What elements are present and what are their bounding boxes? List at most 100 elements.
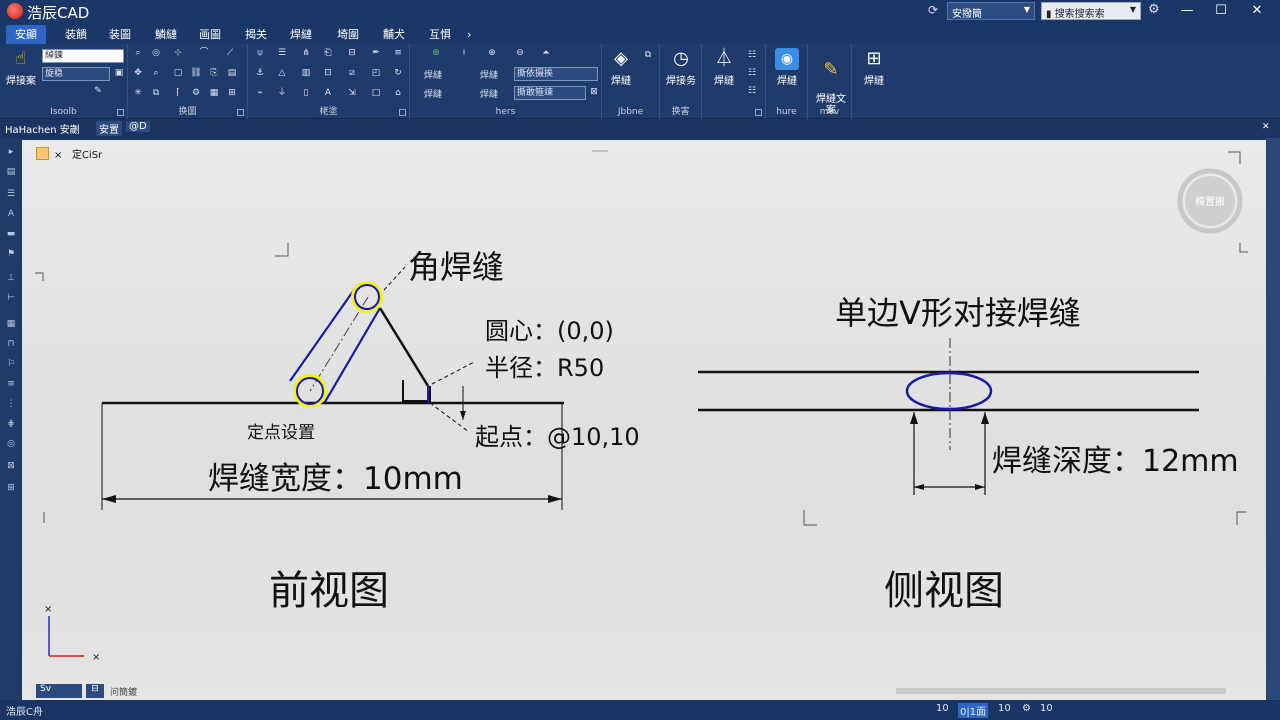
pattern-icon[interactable]: ▦ (208, 88, 220, 99)
rotate-icon[interactable]: ↻ (392, 68, 404, 79)
list-tool-icon[interactable]: ≡ (5, 378, 17, 390)
close-button[interactable]: ✕ (1240, 0, 1274, 22)
menu-item-8[interactable]: 黼犬 (374, 25, 414, 44)
list-icon[interactable]: ☷ (746, 50, 758, 61)
menu-item-3[interactable]: 鱗縺 (146, 25, 186, 44)
weld-combo-2[interactable]: 撕敢箍竦 (514, 86, 586, 100)
group-launcher-2[interactable] (237, 109, 244, 116)
horizontal-scrollbar[interactable] (896, 688, 1226, 694)
mark-icon[interactable]: ⊓ (5, 338, 17, 350)
arc-icon[interactable]: ⌒ (198, 48, 210, 59)
chain-icon[interactable]: ⧉ (150, 88, 162, 99)
triangle-outline-icon[interactable]: ⏶ (540, 48, 552, 59)
weld-app-button[interactable]: ◉ 焊縺 (770, 48, 804, 87)
tab-close-icon[interactable]: × (54, 150, 62, 161)
layer-icon[interactable]: ▤ (5, 166, 17, 178)
menu-item-7[interactable]: 埼圍 (328, 25, 368, 44)
grid-tool-icon[interactable]: ⊞ (5, 482, 17, 494)
search-icon[interactable]: ⌕ (150, 68, 162, 79)
menu-item-0[interactable]: 安顯 (6, 25, 46, 44)
menu-item-9[interactable]: 互惧 (420, 25, 460, 44)
hatch-icon[interactable]: ⋕ (5, 418, 17, 430)
menu-item-6[interactable]: 焊縺 (281, 25, 321, 44)
frame-icon[interactable]: ◰ (370, 68, 382, 79)
collapse-icon[interactable]: ▸ (5, 146, 17, 158)
weld-label-3[interactable]: 焊縺 (424, 87, 442, 100)
menu-item-5[interactable]: 揭关 (236, 25, 276, 44)
minus-icon[interactable]: ⊟ (346, 48, 358, 59)
bolt-icon[interactable]: ⌁ (254, 88, 266, 99)
weld-task-button[interactable]: ◷ 焊接务 (662, 48, 700, 87)
array-icon[interactable]: ⊡ (322, 68, 334, 79)
page-icon[interactable]: ▯ (300, 88, 312, 99)
filter-icon[interactable]: ☰ (276, 48, 288, 59)
text-icon[interactable]: A (322, 88, 334, 99)
doc-tab-3[interactable]: @D (126, 121, 150, 132)
maximize-button[interactable]: ☐ (1204, 0, 1238, 22)
zoom-icon[interactable]: ⌕ (132, 48, 144, 59)
model-tab-icon[interactable]: ⊟ (86, 684, 104, 698)
group-launcher-1[interactable] (117, 109, 124, 116)
stack-icon[interactable]: ⧉ (642, 50, 654, 61)
dots-icon[interactable]: ⋮ (5, 398, 17, 410)
minimize-button[interactable]: — (1170, 0, 1204, 22)
status-item-1[interactable]: 10 (936, 703, 949, 714)
list-icon-3[interactable]: ☷ (746, 86, 758, 97)
weld-triangle-button[interactable]: ⏃ 焊縺 (706, 48, 742, 87)
help-icon[interactable]: ⚙ (1148, 2, 1160, 17)
weld-combo[interactable]: 撕依摄挨 (514, 67, 598, 81)
menu-item-4[interactable]: 画圖 (190, 25, 230, 44)
sync-icon[interactable]: ⟳ (928, 3, 938, 17)
pen-icon[interactable]: ✒ (370, 48, 382, 59)
status-item-4[interactable]: 10 (1040, 703, 1053, 714)
node-icon[interactable]: ⊹ (172, 48, 184, 59)
vertical-scrollbar[interactable] (1266, 138, 1280, 700)
canvas-doc-tab[interactable]: × 定CiSr (36, 146, 102, 161)
brush-icon[interactable]: ✎ (92, 86, 104, 97)
copy-icon[interactable]: ⎗ (322, 48, 334, 59)
menu-more-icon[interactable]: › (458, 25, 480, 44)
block-icon[interactable]: ▬ (5, 228, 17, 240)
grid-icon[interactable]: ⊞ (226, 88, 238, 99)
layer-combo[interactable]: 綽鍊 (42, 49, 124, 63)
props-icon[interactable]: ☰ (5, 188, 17, 200)
properties-icon[interactable]: ▣ (113, 68, 125, 79)
measure-icon[interactable]: ⊥ (5, 272, 17, 284)
layout-selector[interactable]: Sv (36, 684, 82, 698)
globe-icon[interactable]: ⊛ (430, 48, 442, 59)
funnel-icon[interactable]: ⏚ (276, 88, 288, 99)
drawing-svg[interactable]: 角焊缝 圆心：(0,0) 半径：R50 起点：@10,10 定点设置 焊缝宽度：… (22, 140, 1266, 682)
member-end-circle[interactable] (354, 284, 380, 310)
settings-icon[interactable]: ⚙ (1022, 703, 1031, 714)
butt-weld-ellipse[interactable] (905, 371, 993, 411)
bracket-icon[interactable]: ⌈ (172, 88, 184, 99)
status-item-2[interactable]: 0|1面 (958, 703, 989, 718)
weld-cube-button[interactable]: ◈ 焊縺 (606, 48, 636, 87)
lines-icon[interactable]: ≡ (392, 48, 404, 59)
text-tool-icon[interactable]: A (5, 208, 17, 220)
sigma-icon[interactable]: ⍦ (254, 48, 266, 59)
scale-icon[interactable]: ⧄ (346, 68, 358, 79)
weld-label-2[interactable]: 焊縺 (480, 68, 498, 81)
search-input[interactable]: ▮ 搜索搜索索 ▼ (1041, 2, 1141, 20)
flag-icon[interactable]: ⚑ (5, 248, 17, 260)
zoom-in-icon[interactable]: ⊕ (486, 48, 498, 59)
link-icon[interactable]: ⛓ (190, 68, 202, 79)
close-panel-icon[interactable]: ✕ (1262, 122, 1270, 132)
group-launcher-7[interactable] (755, 109, 762, 116)
weld-label-1[interactable]: 焊縺 (424, 68, 442, 81)
weld-doc-button[interactable]: ✎ 焊縺文 案 (812, 48, 850, 116)
doc-tab-1[interactable]: HaHachen 安劌 (5, 121, 80, 136)
weld-case-button[interactable]: ☝ 焊接案 (4, 48, 38, 87)
weld-tool-button[interactable]: ⊞ 焊縺 (856, 48, 892, 87)
menu-item-1[interactable]: 装饋 (56, 25, 96, 44)
weld-label-4[interactable]: 焊縺 (480, 87, 498, 100)
pin-icon[interactable]: ⍿ (458, 48, 470, 59)
box-icon[interactable]: ▤ (226, 68, 238, 79)
dash-icon[interactable]: ⊖ (514, 48, 526, 59)
move-icon[interactable]: ✥ (132, 68, 144, 79)
workspace-select[interactable]: 安撥簡 ▼ (947, 2, 1035, 20)
gear-icon[interactable]: ⚙ (190, 88, 202, 99)
fill-icon[interactable]: ▥ (300, 68, 312, 79)
dim-icon[interactable]: ⊢ (5, 292, 17, 304)
